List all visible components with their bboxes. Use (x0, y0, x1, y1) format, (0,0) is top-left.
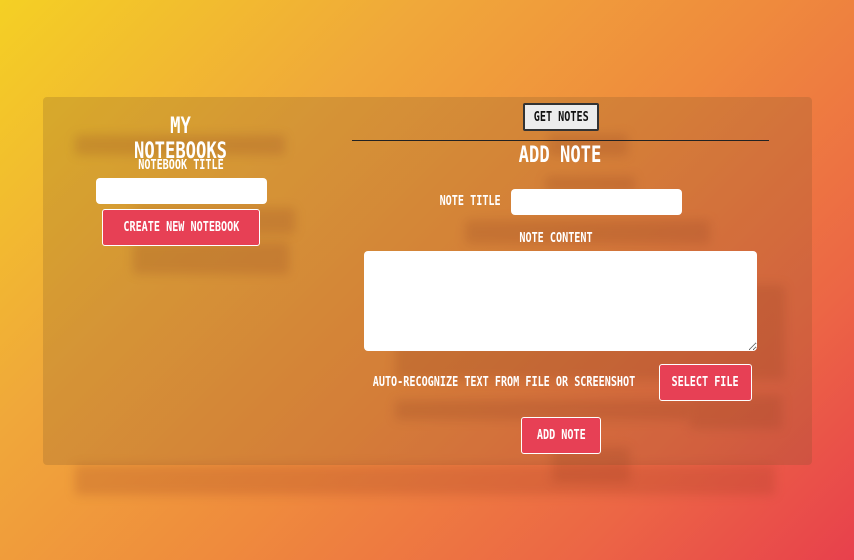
note-content-textarea[interactable] (364, 251, 757, 351)
note-content-label: NOTE CONTENT (519, 231, 593, 246)
divider (352, 140, 769, 141)
note-title-input[interactable] (511, 189, 682, 215)
notebook-title-input[interactable] (96, 178, 267, 204)
add-note-button-label: ADD NOTE (536, 428, 586, 443)
add-note-button[interactable]: ADD NOTE (521, 417, 601, 454)
get-notes-button-label: GET NOTES (533, 109, 589, 125)
note-title-label: NOTE TITLE (439, 194, 501, 209)
create-notebook-button-label: CREATE NEW NOTEBOOK (122, 220, 240, 235)
get-notes-button[interactable]: GET NOTES (523, 103, 599, 131)
add-note-heading: ADD NOTE (518, 143, 602, 168)
background-ghost (75, 465, 775, 495)
select-file-button-label: SELECT FILE (671, 375, 740, 390)
recognize-label: AUTO-RECOGNIZE TEXT FROM FILE OR SCREENS… (372, 375, 636, 390)
create-notebook-button[interactable]: CREATE NEW NOTEBOOK (102, 209, 260, 246)
notebook-title-label: NOTEBOOK TITLE (138, 158, 224, 173)
notebooks-heading: MY NOTEBOOKS (134, 114, 227, 164)
select-file-button[interactable]: SELECT FILE (659, 364, 752, 401)
